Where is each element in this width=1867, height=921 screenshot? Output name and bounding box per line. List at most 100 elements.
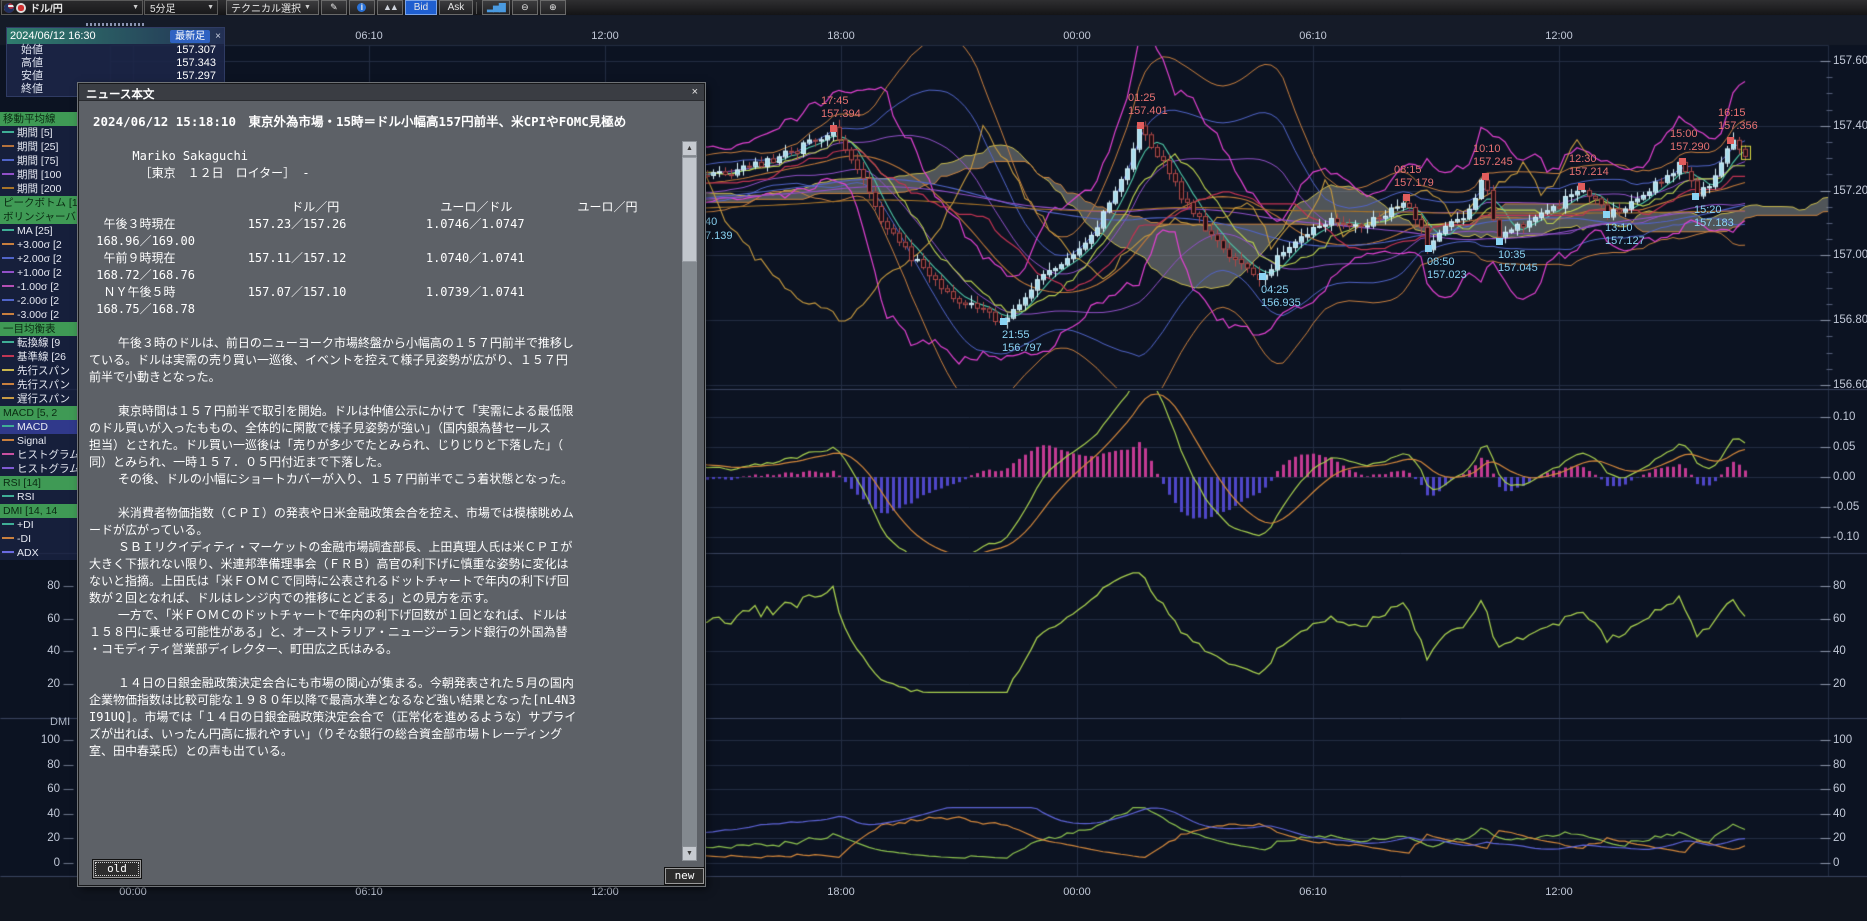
legend-group-header[interactable]: MACD [5, 2 (0, 406, 78, 420)
legend-item[interactable]: 先行スパン (0, 378, 78, 392)
legend-label: +2.00σ [2 (17, 253, 62, 265)
new-news-button[interactable]: new (665, 868, 704, 884)
legend-label: MA [25] (17, 225, 53, 237)
draw-tool-button[interactable]: ✎ (321, 0, 347, 15)
scrollbar-thumb[interactable] (682, 157, 697, 262)
close-icon[interactable]: × (215, 31, 221, 42)
toolbar-separator (476, 2, 477, 14)
price-axis-label: 60 (1833, 613, 1846, 625)
legend-item[interactable]: ヒストグラム (0, 448, 78, 462)
price-axis-label: 100 (1833, 734, 1852, 746)
price-axis-label: 80 (1833, 759, 1846, 771)
scroll-up-icon[interactable]: ▲ (682, 141, 697, 156)
price-axis-label: 157.00 (1833, 249, 1867, 261)
price-axis-label: 40 (1833, 645, 1846, 657)
legend-item[interactable]: RSI (0, 490, 78, 504)
legend-group-header[interactable]: RSI [14] (0, 476, 78, 490)
peak-bottom-label: 12:30157.214 (1569, 153, 1609, 179)
dialog-titlebar[interactable]: ニュース本文 × (79, 84, 704, 101)
legend-item[interactable]: 期間 [200 (0, 182, 78, 196)
legend-item[interactable]: 遅行スパン (0, 392, 78, 406)
ohlc-row: 始値157.307 (7, 44, 224, 57)
legend-group-header[interactable]: 移動平均線 (0, 112, 78, 126)
time-axis-label: 12:00 (1537, 886, 1581, 898)
scroll-down-icon[interactable]: ▼ (682, 846, 697, 861)
technical-select-button[interactable]: テクニカル選択 ▼ (226, 0, 319, 15)
line-swatch-icon (2, 355, 14, 357)
bar-chart-icon: ▂▅▇ (487, 3, 505, 12)
ohlc-row: 高値157.343 (7, 57, 224, 70)
zoom-in-button[interactable]: ⊕ (540, 0, 566, 15)
legend-label: +DI (17, 519, 34, 531)
line-swatch-icon (2, 159, 14, 161)
legend-item[interactable]: 転換線 [9 (0, 336, 78, 350)
legend-item[interactable]: -3.00σ [2 (0, 308, 78, 322)
bottom-marker-icon (1692, 193, 1699, 200)
line-swatch-icon (2, 467, 14, 469)
legend-label: 転換線 [9 (17, 337, 60, 349)
legend-label: ヒストグラム (17, 463, 78, 475)
latest-candle-badge[interactable]: 最新足 (170, 30, 210, 43)
info-button[interactable]: i (349, 0, 375, 15)
legend-item[interactable]: +DI (0, 518, 78, 532)
line-swatch-icon (2, 145, 14, 147)
ohlc-value: 157.297 (176, 70, 216, 83)
legend-label: ピークボトム [1 (3, 197, 78, 209)
ask-label: Ask (448, 2, 465, 13)
price-axis-label: 0 (30, 857, 60, 869)
time-axis-label: 06:10 (1291, 886, 1335, 898)
legend-item[interactable]: -DI (0, 532, 78, 546)
legend-item[interactable]: 期間 [5] (0, 126, 78, 140)
legend-item[interactable]: MACD (0, 420, 78, 434)
peak-marker-icon (1727, 137, 1734, 144)
legend-group-header[interactable]: 一目均衡表 (0, 322, 78, 336)
legend-item[interactable]: ヒストグラム (0, 462, 78, 476)
legend-item[interactable]: -2.00σ [2 (0, 294, 78, 308)
close-icon[interactable]: × (692, 86, 698, 98)
legend-item[interactable]: MA [25] (0, 224, 78, 238)
chart-style-button[interactable]: ▲▲ (377, 0, 403, 15)
old-news-button[interactable]: old (93, 860, 141, 878)
legend-item[interactable]: +1.00σ [2 (0, 266, 78, 280)
peak-bottom-label: 08:15157.179 (1394, 164, 1434, 190)
line-swatch-icon (2, 229, 14, 231)
drag-handle[interactable] (86, 23, 146, 26)
time-axis-label: 00:00 (1055, 30, 1099, 42)
peak-marker-icon (1137, 122, 1144, 129)
price-axis-label: 157.20 (1833, 185, 1867, 197)
bid-toggle-button[interactable]: Bid (405, 0, 437, 15)
line-swatch-icon (2, 523, 14, 525)
time-axis-label: 00:00 (111, 886, 155, 898)
ask-toggle-button[interactable]: Ask (439, 0, 473, 15)
line-swatch-icon (2, 397, 14, 399)
us-flag-icon (4, 3, 14, 13)
legend-item[interactable]: Signal (0, 434, 78, 448)
legend-item[interactable]: 期間 [25] (0, 140, 78, 154)
price-axis-label: 0.10 (1833, 411, 1855, 423)
legend-item[interactable]: 期間 [100 (0, 168, 78, 182)
volume-chart-button[interactable]: ▂▅▇ (482, 0, 510, 15)
price-axis-label: -0.05 (1833, 501, 1859, 513)
legend-item[interactable]: +2.00σ [2 (0, 252, 78, 266)
dialog-title: ニュース本文 (86, 86, 154, 102)
legend-item[interactable]: +3.00σ [2 (0, 238, 78, 252)
time-axis-label: 06:10 (347, 30, 391, 42)
legend-item[interactable]: 基準線 [26 (0, 350, 78, 364)
line-swatch-icon (2, 453, 14, 455)
legend-label: 先行スパン (17, 379, 70, 391)
currency-pair-selector[interactable]: ドル/円 ▼ (1, 0, 143, 15)
legend-group-header[interactable]: ボリンジャーバン (0, 210, 78, 224)
timeframe-selector[interactable]: 5分足 ▼ (144, 0, 218, 15)
legend-item[interactable]: 期間 [75] (0, 154, 78, 168)
legend-item[interactable]: 先行スパン (0, 364, 78, 378)
legend-item[interactable]: ADX (0, 546, 78, 560)
line-swatch-icon (2, 425, 14, 427)
zoom-out-button[interactable]: ⊖ (512, 0, 538, 15)
peak-bottom-label: 16:15157.356 (1718, 107, 1758, 133)
legend-item[interactable]: -1.00σ [2 (0, 280, 78, 294)
bottom-marker-icon (1000, 318, 1007, 325)
peak-marker-icon (1578, 183, 1585, 190)
legend-group-header[interactable]: DMI [14, 14 (0, 504, 78, 518)
legend-group-header[interactable]: ピークボトム [1 (0, 196, 78, 210)
line-swatch-icon (2, 243, 14, 245)
